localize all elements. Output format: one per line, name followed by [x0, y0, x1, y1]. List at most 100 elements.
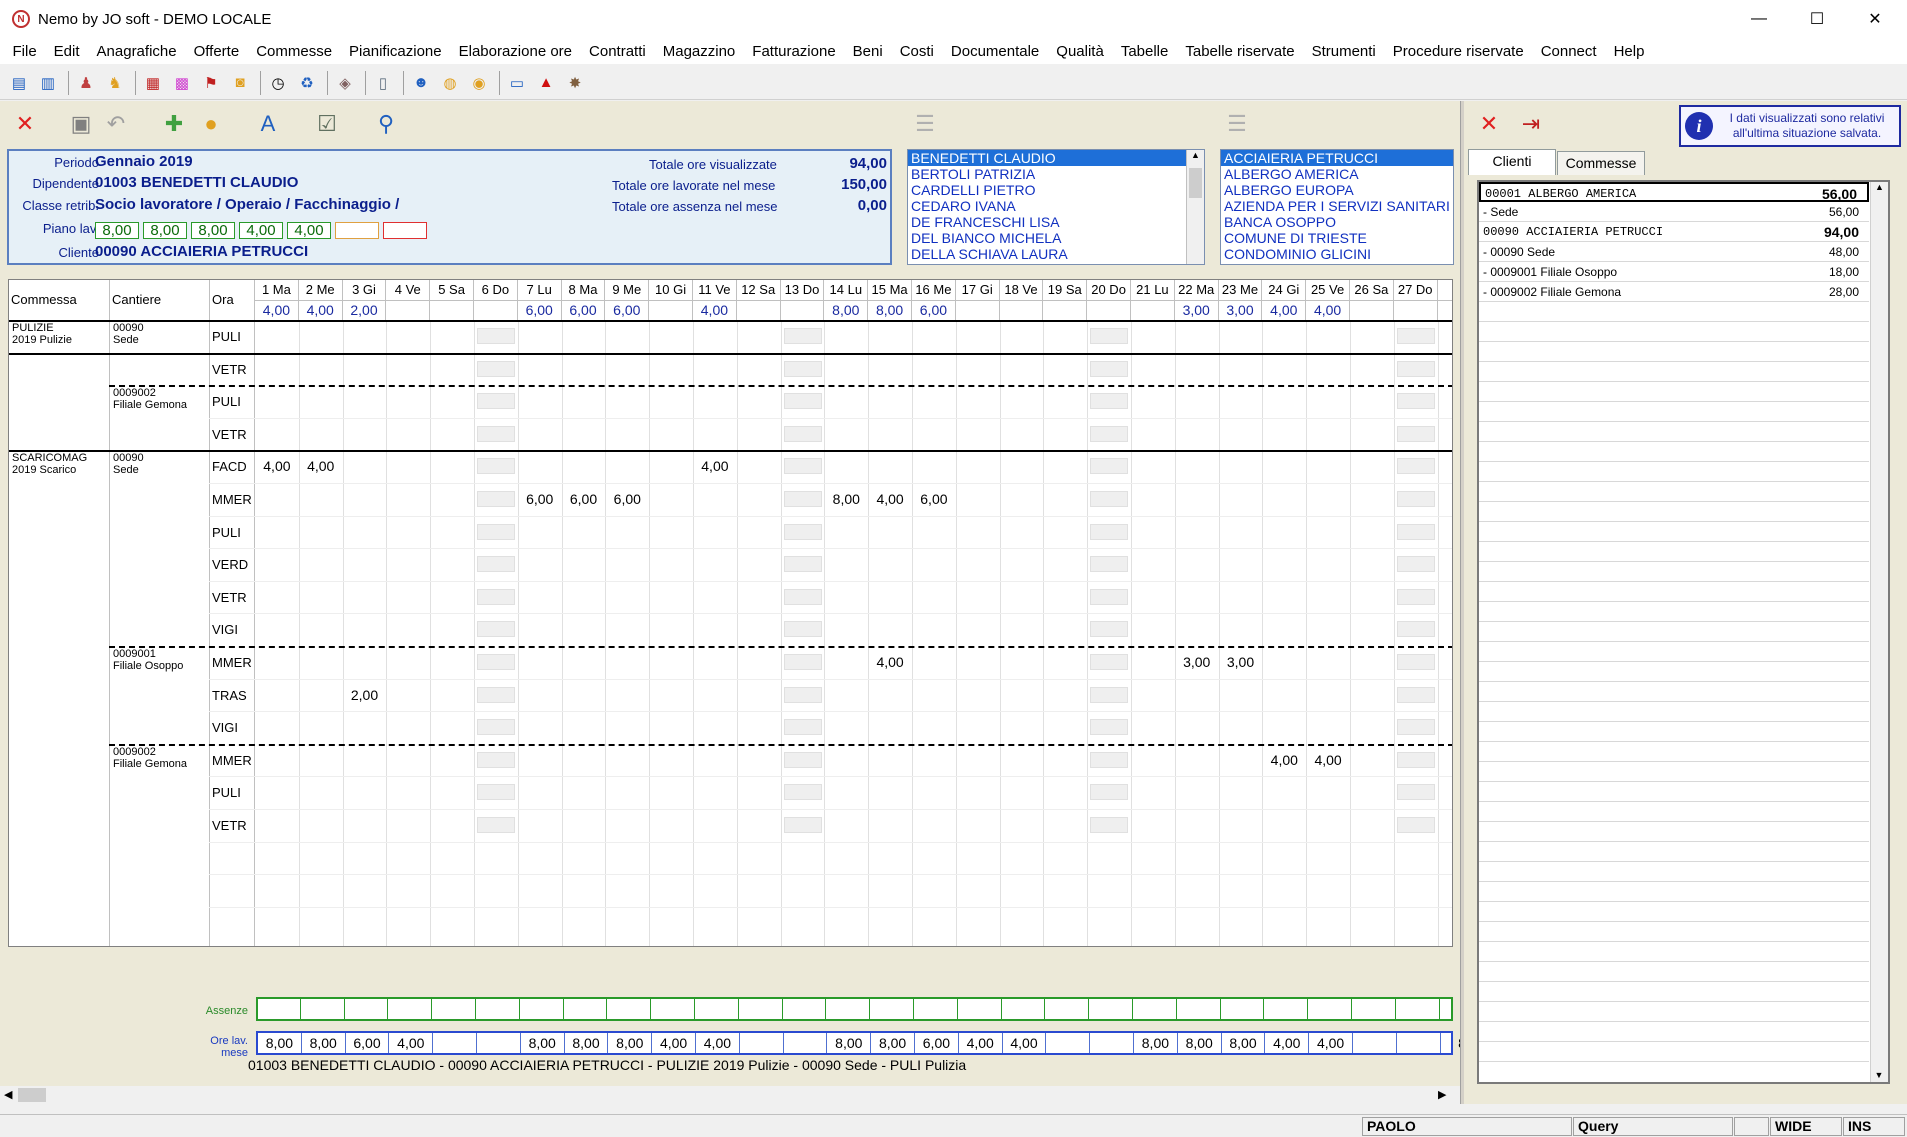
ora-code[interactable]: VETR	[212, 818, 247, 833]
summary-row[interactable]: 00090 ACCIAIERIA PETRUCCI 94,00	[1479, 222, 1869, 242]
summary-row[interactable]: - 00090 Sede 48,00	[1479, 242, 1869, 262]
ora-code[interactable]: VETR	[212, 590, 247, 605]
hours-cell[interactable]: 3,00	[1175, 654, 1219, 670]
client-list[interactable]: ACCIAIERIA PETRUCCI ALBERGO AMERICA ALBERG…	[1220, 149, 1454, 265]
hours-cell[interactable]: 6,00	[518, 491, 562, 507]
client-item[interactable]: ALBERGO EUROPA	[1221, 182, 1453, 198]
employee-item[interactable]: DE FRANCESCHI LISA	[908, 214, 1204, 230]
menu-item[interactable]: Connect	[1532, 43, 1605, 60]
menu-item[interactable]: Qualità	[1048, 43, 1113, 60]
export-icon[interactable]: ⇥	[1512, 105, 1550, 143]
summary-scrollbar[interactable]: ▲ ▼	[1870, 182, 1888, 1082]
tools-icon[interactable]: ✸	[562, 70, 588, 96]
calculate-icon[interactable]: ✚	[155, 105, 193, 143]
open-folder2-icon[interactable]: ▥	[35, 70, 61, 96]
hours-cell[interactable]: 4,00	[868, 654, 912, 670]
menu-item[interactable]: Beni	[844, 43, 891, 60]
cantiere-code[interactable]: 0009002	[113, 387, 156, 399]
menu-item[interactable]: Fatturazione	[744, 43, 844, 60]
menu-item[interactable]: Elaborazione ore	[450, 43, 580, 60]
ora-code[interactable]: TRAS	[212, 688, 247, 703]
users-icon[interactable]: ☻	[408, 70, 434, 96]
employee-list-scrollbar[interactable]: ▲	[1186, 150, 1204, 264]
scroll-thumb[interactable]	[1189, 168, 1202, 198]
hours-cell[interactable]: 4	[1438, 752, 1452, 768]
menu-item[interactable]: Pianificazione	[341, 43, 451, 60]
delete-icon[interactable]: ✕	[6, 105, 44, 143]
document-icon[interactable]: ▯	[370, 70, 396, 96]
monitor-icon[interactable]: ▭	[504, 70, 530, 96]
client-item[interactable]: CONDOMINIO GLICINI	[1221, 246, 1453, 262]
tab-commesse[interactable]: Commesse	[1557, 151, 1645, 175]
scroll-up-icon[interactable]: ▲	[1871, 182, 1888, 198]
org-chart-icon[interactable]: ▦	[140, 70, 166, 96]
warning-icon[interactable]: ▲	[533, 70, 559, 96]
scroll-down-icon[interactable]: ▼	[1871, 1070, 1887, 1080]
grid-icon[interactable]: ▩	[169, 70, 195, 96]
scroll-up-icon[interactable]: ▲	[1187, 150, 1204, 164]
ora-code[interactable]: MMER	[212, 753, 252, 768]
menu-item[interactable]: Strumenti	[1303, 43, 1384, 60]
cantiere-code[interactable]: 0009001	[113, 648, 156, 660]
hours-cell[interactable]: 6,00	[562, 491, 606, 507]
employee-item[interactable]: DELLA SCHIAVA LAURA	[908, 246, 1204, 262]
menu-item[interactable]: Commesse	[248, 43, 341, 60]
hours-cell[interactable]: 4,00	[1306, 752, 1350, 768]
group-icon[interactable]: ♞	[102, 70, 128, 96]
ora-code[interactable]: PULI	[212, 785, 241, 800]
client-item[interactable]: ALBERGO AMERICA	[1221, 166, 1453, 182]
close-panel-icon[interactable]: ✕	[1470, 105, 1508, 143]
money-icon[interactable]: ◉	[466, 70, 492, 96]
splitter[interactable]	[1460, 101, 1464, 1104]
open-folder-icon[interactable]: ▤	[6, 70, 32, 96]
menu-item[interactable]: Magazzino	[654, 43, 744, 60]
hours-cell[interactable]: 2,00	[343, 687, 387, 703]
menu-item[interactable]: Edit	[45, 43, 88, 60]
summary-row[interactable]: - 0009001 Filiale Osoppo 18,00	[1479, 262, 1869, 282]
client-item[interactable]: COMUNE DI TRIESTE	[1221, 230, 1453, 246]
ora-code[interactable]: PULI	[212, 394, 241, 409]
employee-list[interactable]: BENEDETTI CLAUDIO BERTOLI PATRIZIA CARDELL…	[907, 149, 1205, 265]
employee-item[interactable]: CARDELLI PIETRO	[908, 182, 1204, 198]
coins-icon[interactable]: ●	[192, 105, 230, 143]
minimize-button[interactable]: —	[1730, 0, 1788, 38]
hours-cell[interactable]: 6,00	[605, 491, 649, 507]
coins-icon[interactable]: ◍	[437, 70, 463, 96]
summary-row[interactable]: - Sede 56,00	[1479, 202, 1869, 222]
ora-code[interactable]: MMER	[212, 655, 252, 670]
ora-code[interactable]: MMER	[212, 492, 252, 507]
scroll-left-icon[interactable]: ◀	[4, 1088, 12, 1101]
employee-item[interactable]: DEL BIANCO MICHELA	[908, 230, 1204, 246]
save-icon[interactable]: ▣	[62, 105, 100, 143]
hours-cell[interactable]: 4,00	[693, 458, 737, 474]
ora-code[interactable]: VETR	[212, 427, 247, 442]
hours-cell[interactable]: 4,00	[1262, 752, 1306, 768]
ora-code[interactable]: PULI	[212, 329, 241, 344]
hours-cell[interactable]: 3,00	[1219, 654, 1263, 670]
recycle-icon[interactable]: ♻	[294, 70, 320, 96]
scroll-right-icon[interactable]: ▶	[1438, 1088, 1446, 1101]
commessa-code[interactable]: PULIZIE	[12, 322, 54, 334]
close-window-button[interactable]: ✕	[1846, 0, 1904, 38]
hours-cell[interactable]: 8,00	[824, 491, 868, 507]
checklist-icon[interactable]: ☑	[308, 105, 346, 143]
summary-row[interactable]: - 0009002 Filiale Gemona 28,00	[1479, 282, 1869, 302]
commessa-code[interactable]: SCARICOMAG	[12, 452, 87, 464]
search-icon[interactable]: ⚲	[367, 105, 405, 143]
ora-code[interactable]: PULI	[212, 525, 241, 540]
scroll-thumb-h[interactable]	[18, 1088, 46, 1102]
tag-icon[interactable]: ◈	[332, 70, 358, 96]
ora-code[interactable]: FACD	[212, 459, 247, 474]
hours-cell[interactable]: 6,00	[912, 491, 956, 507]
ora-code[interactable]: VIGI	[212, 622, 238, 637]
employee-item[interactable]: CEDARO IVANA	[908, 198, 1204, 214]
menu-item[interactable]: Tabelle	[1112, 43, 1177, 60]
menu-item[interactable]: Tabelle riservate	[1177, 43, 1303, 60]
cantiere-code[interactable]: 0009002	[113, 746, 156, 758]
hours-cell[interactable]: 4,00	[868, 491, 912, 507]
menu-item[interactable]: Help	[1605, 43, 1653, 60]
cantiere-code[interactable]: 00090	[113, 452, 144, 464]
flag-icon[interactable]: ⚑	[198, 70, 224, 96]
client-item[interactable]: AZIENDA PER I SERVIZI SANITARI -	[1221, 198, 1453, 214]
horizontal-scrollbar[interactable]: ◀ ▶	[0, 1086, 1460, 1104]
